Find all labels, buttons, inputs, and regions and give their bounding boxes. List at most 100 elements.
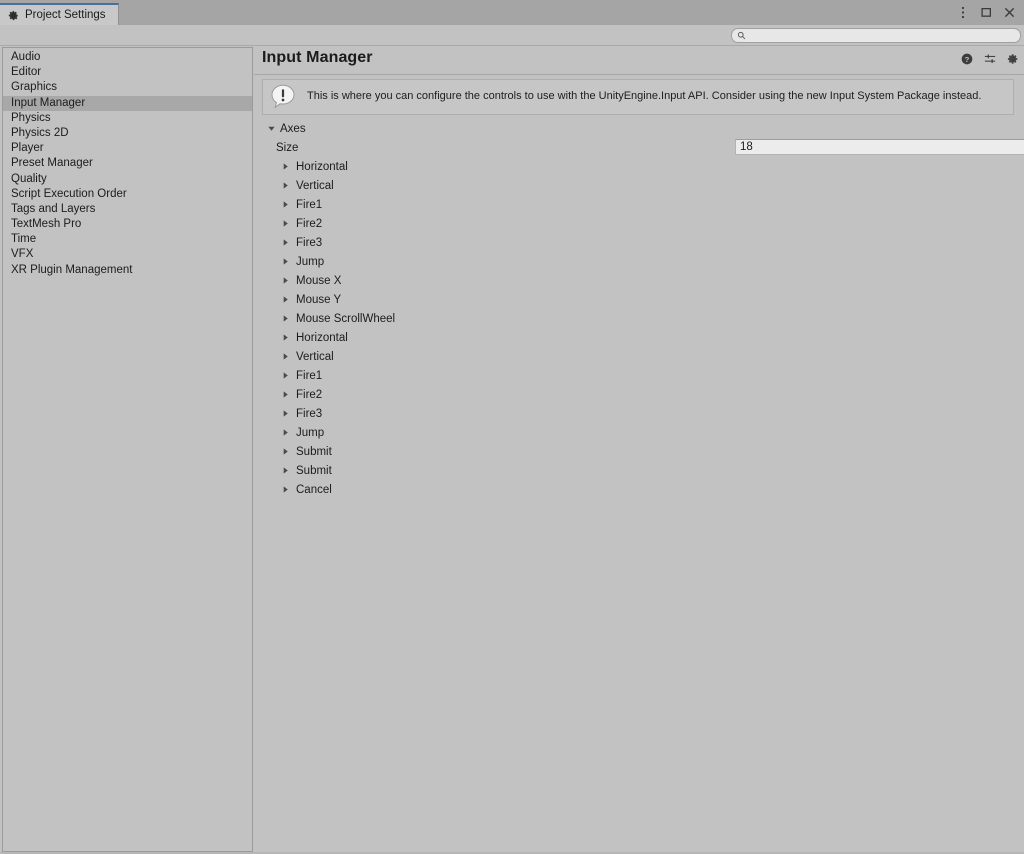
axis-entry-row[interactable]: Mouse ScrollWheel	[254, 309, 1024, 328]
sidebar-item-preset-manager[interactable]: Preset Manager	[3, 156, 252, 171]
chevron-down-icon[interactable]	[266, 123, 277, 134]
axis-entry-row[interactable]: Horizontal	[254, 328, 1024, 347]
axes-size-label: Size	[276, 142, 501, 154]
axis-entry-row[interactable]: Jump	[254, 252, 1024, 271]
chevron-right-icon[interactable]	[280, 446, 291, 457]
chevron-right-icon[interactable]	[280, 275, 291, 286]
axis-entry-row[interactable]: Fire3	[254, 233, 1024, 252]
axis-entry-row[interactable]: Vertical	[254, 176, 1024, 195]
chevron-right-icon[interactable]	[280, 332, 291, 343]
chevron-right-icon[interactable]	[280, 465, 291, 476]
sidebar-item-physics-2d[interactable]: Physics 2D	[3, 126, 252, 141]
sidebar-item-script-execution-order[interactable]: Script Execution Order	[3, 187, 252, 202]
sidebar-item-label: Quality	[11, 173, 47, 185]
axis-entry-label: Fire2	[296, 218, 322, 230]
sidebar-item-label: XR Plugin Management	[11, 264, 132, 276]
help-icon[interactable]: ?	[960, 52, 973, 65]
axis-entry-row[interactable]: Cancel	[254, 480, 1024, 499]
sidebar-item-label: Physics	[11, 112, 51, 124]
settings-category-sidebar[interactable]: AudioEditor Graphics Input Manager Physics P…	[2, 47, 253, 852]
chevron-right-icon[interactable]	[280, 199, 291, 210]
axis-entry-row[interactable]: Fire2	[254, 214, 1024, 233]
axis-entry-row[interactable]: Jump	[254, 423, 1024, 442]
chevron-right-icon[interactable]	[280, 389, 291, 400]
chevron-right-icon[interactable]	[280, 351, 291, 362]
axis-entry-row[interactable]: Fire1	[254, 195, 1024, 214]
axes-size-input[interactable]	[735, 139, 1024, 155]
axes-foldout-label: Axes	[280, 123, 306, 135]
axis-entry-row[interactable]: Mouse X	[254, 271, 1024, 290]
axis-entry-row[interactable]: Fire3	[254, 404, 1024, 423]
axis-entry-row[interactable]: Vertical	[254, 347, 1024, 366]
info-banner: This is where you can configure the cont…	[262, 79, 1014, 115]
preset-icon[interactable]	[983, 52, 996, 65]
axis-entry-row[interactable]: Submit	[254, 461, 1024, 480]
axis-entry-row[interactable]: Submit	[254, 442, 1024, 461]
sidebar-item-label: Graphics	[11, 81, 57, 93]
axis-entry-label: Fire2	[296, 389, 322, 401]
sidebar-item-label: Player	[11, 142, 44, 154]
search-icon	[737, 31, 746, 40]
axis-entry-label: Jump	[296, 427, 324, 439]
search-bar-row	[0, 25, 1024, 46]
svg-text:?: ?	[964, 54, 969, 63]
axis-entry-list: Horizontal Vertical Fire1 Fire2 Fire3 Jump Mou…	[254, 157, 1024, 499]
axes-foldout[interactable]: Axes	[254, 119, 1024, 138]
sidebar-item-label: TextMesh Pro	[11, 218, 81, 230]
tab-project-settings[interactable]: Project Settings	[0, 3, 119, 25]
sidebar-item-xr-plugin-management[interactable]: XR Plugin Management	[3, 263, 252, 278]
axis-entry-label: Horizontal	[296, 332, 348, 344]
chevron-right-icon[interactable]	[280, 161, 291, 172]
gear-icon	[8, 10, 19, 21]
axis-entry-label: Jump	[296, 256, 324, 268]
axis-entry-label: Fire3	[296, 237, 322, 249]
chevron-right-icon[interactable]	[280, 237, 291, 248]
sidebar-item-vfx[interactable]: VFX	[3, 247, 252, 262]
settings-gear-icon[interactable]	[1006, 52, 1019, 65]
chevron-right-icon[interactable]	[280, 294, 291, 305]
axis-entry-label: Mouse Y	[296, 294, 341, 306]
sidebar-item-physics[interactable]: Physics	[3, 111, 252, 126]
sidebar-item-time[interactable]: Time	[3, 232, 252, 247]
chevron-right-icon[interactable]	[280, 484, 291, 495]
sidebar-item-input-manager[interactable]: Input Manager	[3, 96, 252, 111]
axis-entry-label: Fire1	[296, 199, 322, 211]
axis-entry-label: Submit	[296, 465, 332, 477]
chevron-right-icon[interactable]	[280, 427, 291, 438]
chevron-right-icon[interactable]	[280, 180, 291, 191]
sidebar-item-graphics[interactable]: Graphics	[3, 80, 252, 95]
sidebar-item-tags-and-layers[interactable]: Tags and Layers	[3, 202, 252, 217]
sidebar-item-player[interactable]: Player	[3, 141, 252, 156]
sidebar-item-label: Time	[11, 233, 36, 245]
sidebar-item-audio[interactable]: Audio	[3, 50, 252, 65]
axis-entry-row[interactable]: Mouse Y	[254, 290, 1024, 309]
chevron-right-icon[interactable]	[280, 370, 291, 381]
sidebar-item-quality[interactable]: Quality	[3, 172, 252, 187]
maximize-square-icon[interactable]	[979, 6, 993, 20]
header-icon-group: ?	[960, 52, 1019, 65]
content-header: Input Manager ?	[254, 46, 1024, 74]
axis-entry-row[interactable]: Horizontal	[254, 157, 1024, 176]
settings-content-pane: Input Manager ?	[254, 46, 1024, 854]
chevron-right-icon[interactable]	[280, 218, 291, 229]
axes-section: Axes Size Horizontal Vertical Fire1 Fire2 Fi…	[254, 119, 1024, 499]
search-field[interactable]	[731, 28, 1021, 43]
axis-entry-row[interactable]: Fire2	[254, 385, 1024, 404]
axis-entry-row[interactable]: Fire1	[254, 366, 1024, 385]
search-input[interactable]	[750, 30, 1000, 41]
sidebar-item-label: Physics 2D	[11, 127, 69, 139]
info-exclamation-icon	[269, 83, 297, 111]
axis-entry-label: Mouse ScrollWheel	[296, 313, 395, 325]
sidebar-item-label: VFX	[11, 248, 33, 260]
axis-entry-label: Vertical	[296, 180, 334, 192]
chevron-right-icon[interactable]	[280, 256, 291, 267]
axis-entry-label: Vertical	[296, 351, 334, 363]
chevron-right-icon[interactable]	[280, 408, 291, 419]
sidebar-item-editor[interactable]: Editor	[3, 65, 252, 80]
sidebar-item-textmesh-pro[interactable]: TextMesh Pro	[3, 217, 252, 232]
sidebar-item-label: Input Manager	[11, 97, 85, 109]
close-x-icon[interactable]	[1002, 6, 1016, 20]
sidebar-item-label: Editor	[11, 66, 41, 78]
chevron-right-icon[interactable]	[280, 313, 291, 324]
vertical-dots-icon[interactable]	[956, 6, 970, 20]
